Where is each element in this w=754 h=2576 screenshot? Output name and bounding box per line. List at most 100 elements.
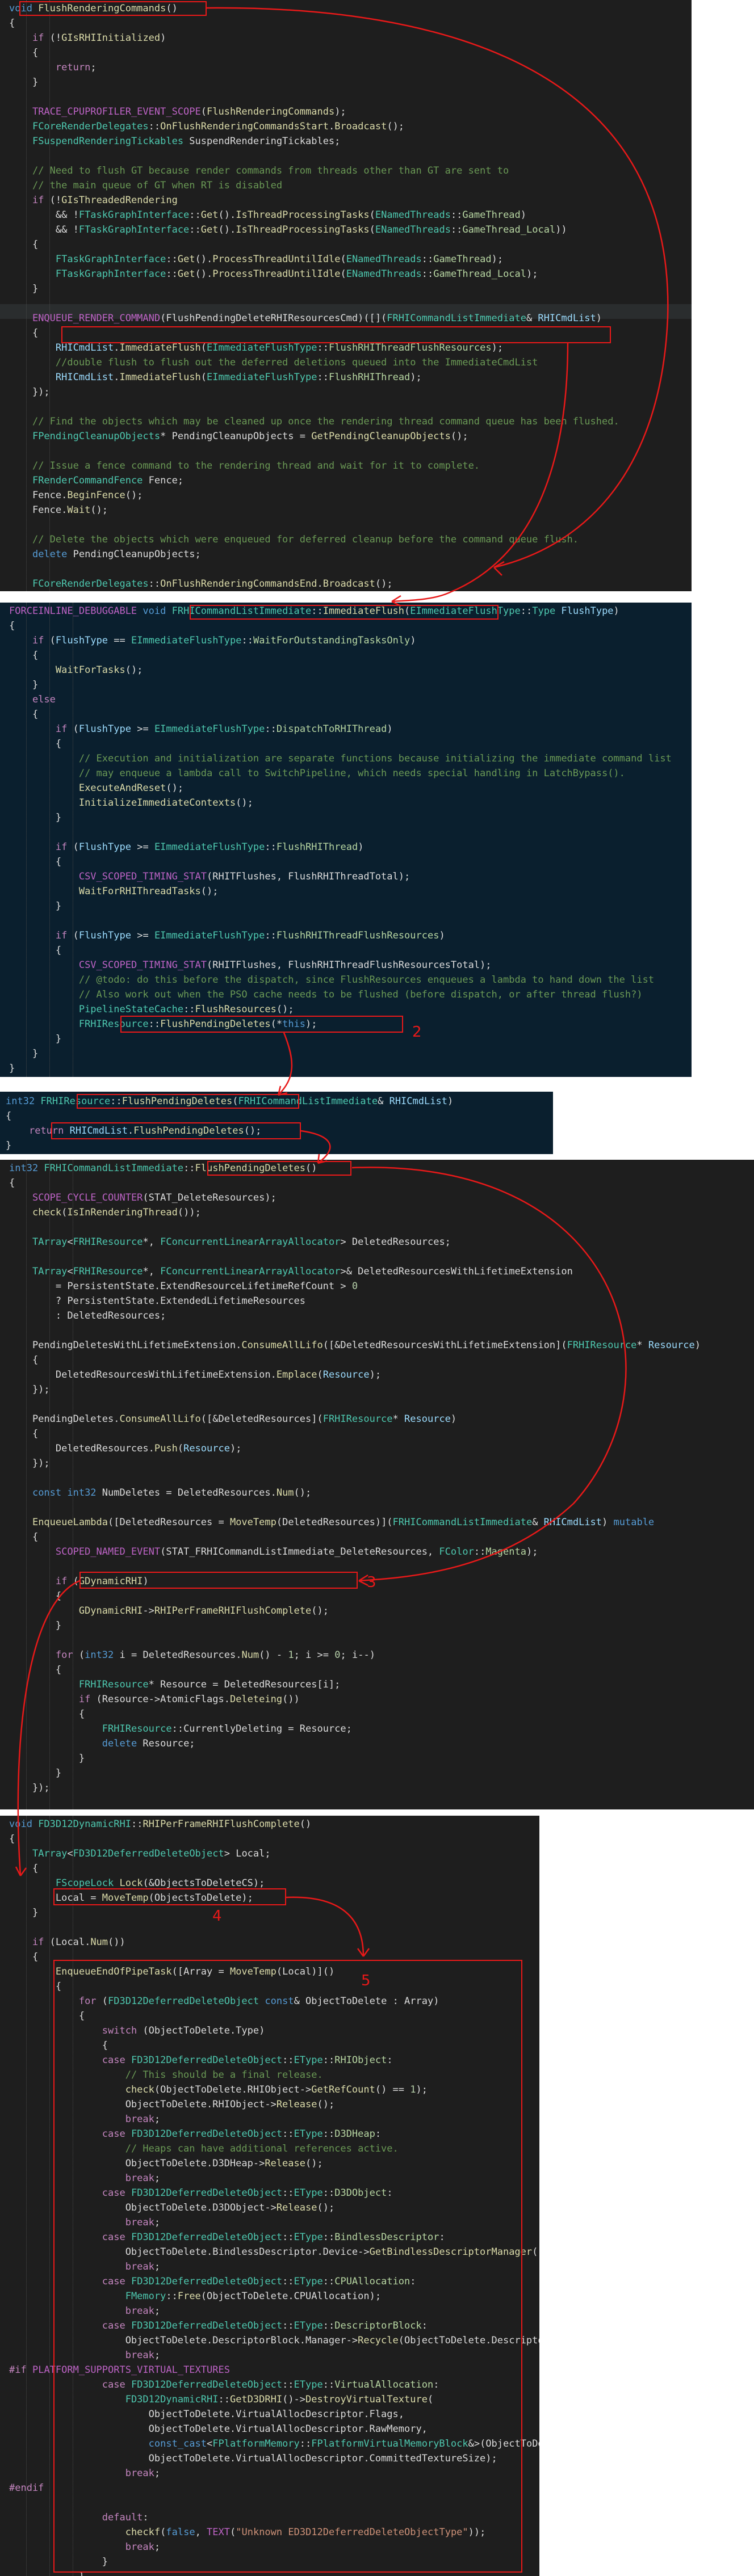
code-token: DeletedResources. — [9, 1443, 154, 1454]
code-line: Fence.BeginFence(); — [9, 488, 143, 503]
code-token: // Heaps can have additional references … — [125, 2143, 399, 2154]
code-line: break; — [9, 2171, 160, 2186]
code-token: , — [195, 2527, 207, 2538]
code-token: ) — [439, 930, 445, 941]
code-token: DispatchToRHIThread — [276, 723, 387, 735]
code-token: IsThreadProcessingTasks — [236, 209, 370, 221]
code-token: InitializeImmediateContexts — [78, 797, 236, 809]
code-token: FD3D12DeferredDeleteObject — [108, 1996, 259, 2007]
code-line: break; — [9, 2466, 160, 2481]
code-line: // Find the objects which may be cleaned… — [9, 414, 619, 429]
code-token: ObjectToDelete.RHIObject-> — [9, 2099, 277, 2110]
code-token: { — [9, 1981, 62, 1992]
code-line: { — [9, 326, 38, 340]
code-token: for — [78, 1996, 97, 2007]
code-token: -> — [143, 1605, 154, 1617]
code-token: Wait — [67, 504, 91, 516]
code-token: (ObjectToDelete.Type) — [137, 2025, 265, 2036]
code-token: ); — [369, 1369, 382, 1380]
code-line: case FD3D12DeferredDeleteObject::EType::… — [9, 2230, 445, 2245]
code-token: :: — [311, 605, 323, 617]
code-token: :: — [148, 121, 161, 132]
code-token: ); — [491, 342, 504, 353]
code-token: #endif — [9, 2482, 44, 2494]
annotation-3: 3 — [367, 1574, 376, 1591]
code-token: ); — [410, 372, 422, 383]
code-line: break; — [9, 2348, 160, 2363]
code-token: ObjectToDelete.DescriptorBlock.Manager-> — [9, 2335, 358, 2346]
code-token: RHICmdList — [55, 372, 114, 383]
code-line: FTaskGraphInterface::Get().ProcessThread… — [9, 252, 503, 267]
code-token: RHIObject — [334, 2055, 387, 2066]
code-token: :: — [317, 342, 329, 353]
code-token: // Find the objects which may be cleaned… — [32, 416, 619, 427]
code-token: if — [32, 1937, 44, 1948]
code-token: ( — [317, 1369, 323, 1380]
code-line: } — [9, 281, 38, 296]
code-line: if (FlushType >= EImmediateFlushType::Di… — [9, 722, 393, 736]
code-token: (); — [166, 782, 184, 794]
code-token: FlushPendingDeletes — [195, 1163, 306, 1174]
code-line: PendingDeletesWithLifetimeExtension.Cons… — [9, 1338, 701, 1353]
code-line: delete PendingCleanupObjects; — [9, 547, 201, 562]
code-line: { — [9, 1530, 38, 1544]
code-token: // Execution and initialization are sepa… — [78, 753, 672, 764]
code-token: : — [387, 2187, 393, 2199]
code-line: ObjectToDelete.VirtualAllocDescriptor.Co… — [9, 2451, 497, 2466]
code-token: ENQUEUE_RENDER_COMMAND — [32, 313, 161, 324]
code-token: { — [9, 2040, 108, 2051]
code-token: :: — [317, 372, 329, 383]
code-token: { — [9, 1664, 62, 1676]
code-token: ; — [154, 2261, 161, 2272]
code-token: ( — [67, 723, 79, 735]
code-token: TEXT — [207, 2527, 230, 2538]
code-token: RHIPerFrameRHIFlushComplete — [143, 1819, 300, 1830]
code-token: ( — [160, 2527, 166, 2538]
code-token: FConcurrentLinearArrayAllocator — [160, 1266, 341, 1277]
code-line: #if PLATFORM_SUPPORTS_VIRTUAL_TEXTURES — [9, 2363, 230, 2377]
code-token: ( — [96, 1996, 108, 2007]
code-token: GameThread — [462, 209, 521, 221]
code-line: : DeletedResources; — [9, 1308, 166, 1323]
code-token: . — [127, 1125, 134, 1137]
code-token: check — [125, 2084, 154, 2095]
code-line: FORCEINLINE_DEBUGGABLE void FRHICommandL… — [9, 604, 619, 618]
code-line: }); — [9, 1456, 50, 1471]
code-token: :: — [282, 2187, 294, 2199]
code-line: } — [9, 1751, 85, 1766]
code-token: ([&DeletedResourcesWithLifetimeExtension… — [322, 1340, 567, 1351]
code-token: TArray — [32, 1266, 68, 1277]
code-token: FlushRHIThreadFlushResources — [329, 342, 492, 353]
code-token: EImmediateFlushType — [410, 605, 521, 617]
code-line: { — [9, 2009, 85, 2023]
code-token: :: — [110, 1096, 122, 1107]
code-token: :: — [322, 2187, 335, 2199]
code-token: Push — [154, 1443, 178, 1454]
code-token: FRHIResource — [322, 1413, 393, 1425]
code-line: int32 FRHIResource::FlushPendingDeletes(… — [6, 1094, 453, 1109]
code-token: ( — [200, 372, 207, 383]
code-token: FCoreRenderDelegates — [32, 578, 149, 590]
code-line: { — [9, 237, 38, 252]
code-token: Lock — [119, 1878, 143, 1889]
code-line: CSV_SCOPED_TIMING_STAT(RHITFlushes, Flus… — [9, 869, 410, 884]
code-token: { — [9, 1708, 85, 1720]
code-token: : — [143, 2512, 149, 2523]
code-token: (). — [195, 268, 213, 280]
code-token: >= — [131, 930, 154, 941]
code-token: FORCEINLINE_DEBUGGABLE — [9, 605, 137, 617]
code-token: :: — [322, 2128, 335, 2140]
code-token: :: — [322, 2232, 335, 2243]
code-line: // @todo: do this before the dispatch, s… — [9, 973, 654, 987]
code-token: EType — [294, 2128, 323, 2140]
code-token: ; — [154, 2173, 161, 2184]
